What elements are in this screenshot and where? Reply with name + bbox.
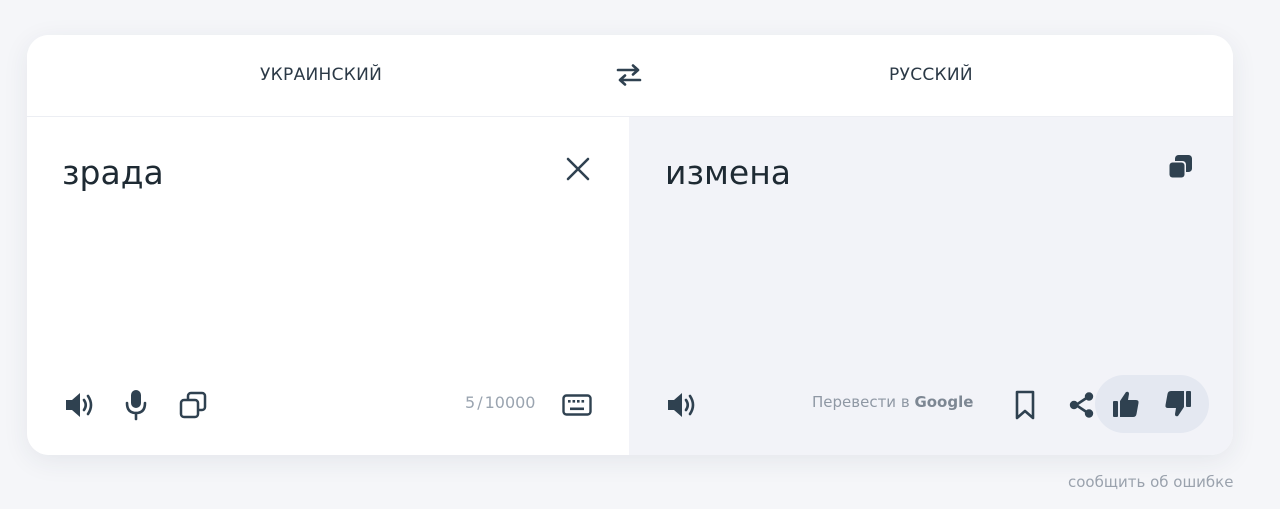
thumbs-up-icon — [1113, 391, 1139, 417]
translate-in-google-link[interactable]: Перевести в Google — [812, 393, 973, 411]
voice-input-button[interactable] — [118, 386, 154, 424]
counter-current: 5 — [465, 393, 476, 412]
copy-translation-button[interactable] — [1163, 150, 1197, 184]
close-icon — [566, 157, 590, 181]
dislike-button[interactable] — [1159, 385, 1197, 423]
like-button[interactable] — [1107, 385, 1145, 423]
translation-output: измена — [665, 153, 791, 192]
rating-pill — [1095, 375, 1209, 433]
virtual-keyboard-button[interactable] — [559, 388, 595, 422]
character-counter: 5/10000 — [465, 393, 536, 412]
clear-text-button[interactable] — [561, 152, 595, 186]
thumbs-down-icon — [1165, 391, 1191, 417]
language-bar: УКРАИНСКИЙ РУССКИЙ — [27, 35, 1233, 117]
keyboard-icon — [562, 394, 592, 416]
report-error-link[interactable]: сообщить об ошибке — [1068, 473, 1233, 491]
speaker-icon — [66, 393, 93, 417]
google-brand: Google — [914, 393, 974, 411]
counter-max: 10000 — [484, 393, 536, 412]
listen-translation-button[interactable] — [663, 386, 701, 424]
listen-source-button[interactable] — [61, 386, 99, 424]
source-language-selector[interactable]: УКРАИНСКИЙ — [260, 63, 382, 87]
share-icon — [1069, 392, 1094, 418]
bookmark-button[interactable] — [1008, 386, 1042, 424]
target-pane: измена Перевести в Google — [629, 117, 1233, 455]
google-link-prefix: Перевести в — [812, 393, 915, 411]
source-text-input[interactable]: зрада — [62, 153, 164, 193]
swap-arrows-icon — [616, 64, 642, 86]
source-pane: зрада 5 / 10000 — [27, 117, 629, 455]
target-language-selector[interactable]: РУССКИЙ — [889, 63, 973, 87]
swap-languages-button[interactable] — [612, 60, 646, 90]
microphone-icon — [125, 390, 147, 421]
bookmark-icon — [1015, 390, 1035, 420]
speaker-icon — [668, 393, 695, 417]
copy-filled-icon — [1168, 155, 1192, 179]
copy-icon — [179, 391, 207, 419]
copy-source-button[interactable] — [174, 386, 212, 424]
translator-card: УКРАИНСКИЙ РУССКИЙ зрада 5 / 10000 измен… — [27, 35, 1233, 455]
